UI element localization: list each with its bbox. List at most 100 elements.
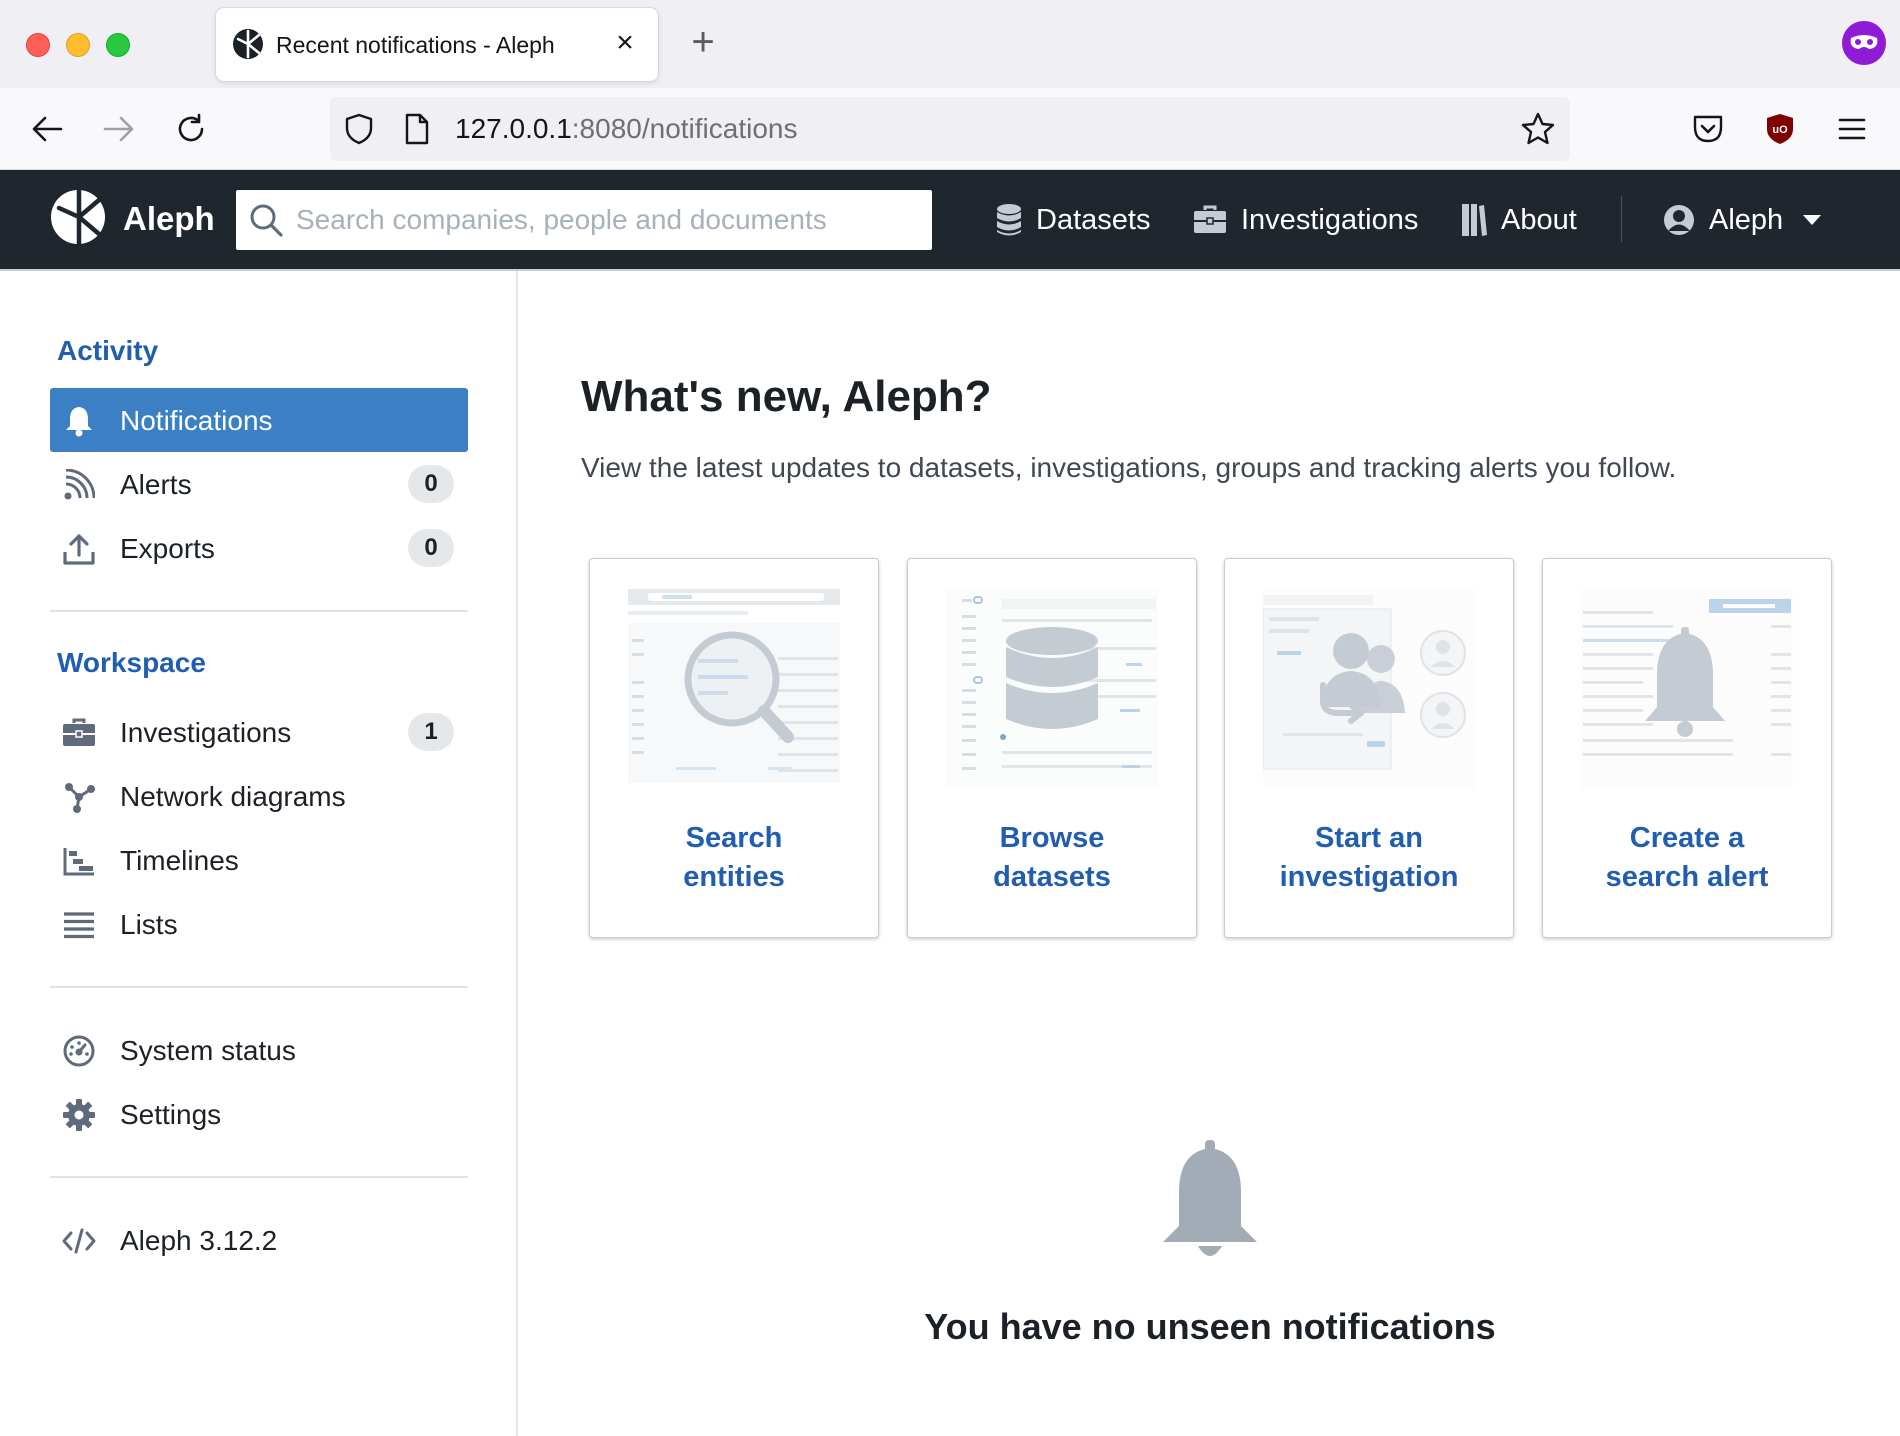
empty-state-message: You have no unseen notifications <box>924 1306 1496 1347</box>
sidebar-item-version[interactable]: Aleph 3.12.2 <box>50 1208 468 1272</box>
sidebar-item-system-status[interactable]: System status <box>50 1018 468 1082</box>
sidebar-item-settings[interactable]: Settings <box>50 1082 468 1146</box>
sidebar-item-label: Alerts <box>120 469 192 500</box>
app-name[interactable]: Aleph <box>123 200 215 238</box>
alert-bell-illustration-icon <box>1581 589 1793 789</box>
forward-arrow-icon[interactable] <box>96 106 142 152</box>
sidebar-item-label: Timelines <box>120 845 239 876</box>
close-window-button[interactable] <box>26 33 50 57</box>
database-illustration-icon <box>946 589 1158 789</box>
url-path: :8080/notifications <box>571 113 798 144</box>
sidebar-item-label: Lists <box>120 909 178 940</box>
sidebar: Activity Notifications Alerts 0 Exports … <box>0 271 518 1436</box>
sidebar-item-lists[interactable]: Lists <box>50 892 468 956</box>
book-icon <box>1462 204 1487 236</box>
timeline-icon <box>62 844 96 878</box>
sidebar-divider <box>50 1176 468 1178</box>
alerts-count-badge: 0 <box>408 465 454 503</box>
page-title: What's new, Aleph? <box>581 372 992 421</box>
bell-icon <box>62 404 96 438</box>
workspace-section-title: Workspace <box>57 647 206 678</box>
search-box[interactable] <box>236 190 932 250</box>
start-investigation-card[interactable]: Start an investigation <box>1224 558 1514 938</box>
dashboard-icon <box>62 1034 96 1068</box>
search-entities-card[interactable]: Search entities <box>589 558 879 938</box>
minimize-window-button[interactable] <box>66 33 90 57</box>
nav-datasets[interactable]: Datasets <box>996 196 1150 244</box>
nav-investigations-label: Investigations <box>1241 203 1419 236</box>
tab-title: Recent notifications - Aleph <box>276 32 555 58</box>
pocket-icon[interactable] <box>1685 106 1731 152</box>
page-info-icon[interactable] <box>404 113 430 145</box>
search-icon <box>250 204 283 237</box>
nav-datasets-label: Datasets <box>1036 203 1151 236</box>
user-menu-button[interactable]: Aleph <box>1663 196 1822 244</box>
header-divider <box>1621 196 1622 242</box>
maximize-window-button[interactable] <box>106 33 130 57</box>
sidebar-item-investigations[interactable]: Investigations 1 <box>50 700 468 764</box>
nav-investigations[interactable]: Investigations <box>1193 196 1418 244</box>
card-label: Start an investigation <box>1279 822 1459 893</box>
sidebar-item-label: Network diagrams <box>120 781 346 812</box>
back-arrow-icon[interactable] <box>24 106 70 152</box>
sidebar-item-label: Investigations <box>120 717 292 748</box>
briefcase-icon <box>1194 205 1226 233</box>
browser-tab-active[interactable]: Recent notifications - Aleph × <box>216 8 658 81</box>
hamburger-menu-icon[interactable] <box>1829 106 1875 152</box>
nav-about[interactable]: About <box>1461 196 1577 244</box>
list-icon <box>62 908 96 942</box>
bookmark-star-icon[interactable] <box>1520 111 1556 147</box>
investigations-count-badge: 1 <box>408 713 454 751</box>
aleph-favicon-icon <box>233 29 263 59</box>
new-tab-icon[interactable]: + <box>683 22 723 62</box>
card-label: Search entities <box>683 822 785 893</box>
reload-icon[interactable] <box>168 106 214 152</box>
bell-icon <box>1163 1140 1257 1256</box>
sidebar-divider <box>50 610 468 612</box>
sidebar-item-network-diagrams[interactable]: Network diagrams <box>50 764 468 828</box>
sidebar-item-label: Settings <box>120 1099 222 1130</box>
url-text[interactable]: 127.0.0.1:8080/notifications <box>455 113 798 145</box>
sidebar-item-exports[interactable]: Exports 0 <box>50 516 468 580</box>
browser-tab-bar: Recent notifications - Aleph × + <box>0 0 1900 88</box>
graph-icon <box>62 780 96 814</box>
nav-about-label: About <box>1501 203 1577 236</box>
card-label: Browse datasets <box>993 822 1111 893</box>
create-search-alert-card[interactable]: Create a search alert <box>1542 558 1832 938</box>
tracking-shield-icon[interactable] <box>344 113 374 145</box>
search-input[interactable] <box>296 190 916 250</box>
svg-text:uO: uO <box>1772 124 1788 136</box>
sidebar-item-notifications[interactable]: Notifications <box>50 388 468 452</box>
sidebar-divider <box>50 986 468 988</box>
investigation-illustration-icon <box>1263 589 1475 789</box>
address-bar[interactable]: 127.0.0.1:8080/notifications <box>330 97 1570 161</box>
activity-section-title: Activity <box>57 335 159 366</box>
user-name: Aleph <box>1709 203 1784 236</box>
tab-close-icon[interactable]: × <box>610 28 640 58</box>
sidebar-item-label: Exports <box>120 533 215 564</box>
database-icon <box>997 204 1021 236</box>
upload-icon <box>62 532 96 566</box>
page-description: View the latest updates to datasets, inv… <box>581 452 1677 483</box>
briefcase-icon <box>62 716 96 750</box>
sidebar-item-label: Notifications <box>120 405 273 436</box>
browse-datasets-card[interactable]: Browse datasets <box>907 558 1197 938</box>
url-host: 127.0.0.1 <box>455 113 572 144</box>
code-icon <box>62 1224 96 1258</box>
sidebar-item-alerts[interactable]: Alerts 0 <box>50 452 468 516</box>
caret-down-icon <box>1803 215 1822 225</box>
ublock-shield-icon[interactable]: uO <box>1757 106 1803 152</box>
rss-icon <box>62 468 96 502</box>
private-mask-icon[interactable] <box>1842 21 1886 65</box>
exports-count-badge: 0 <box>408 529 454 567</box>
browser-nav-bar: 127.0.0.1:8080/notifications uO <box>0 88 1900 170</box>
user-avatar-icon <box>1664 205 1694 235</box>
sidebar-item-timelines[interactable]: Timelines <box>50 828 468 892</box>
gear-icon <box>62 1098 96 1132</box>
version-label: Aleph 3.12.2 <box>120 1225 278 1256</box>
app-header: Aleph Datasets Investigations About Alep… <box>0 170 1900 271</box>
aleph-logo-icon[interactable] <box>49 188 107 246</box>
search-illustration-icon <box>628 589 840 783</box>
sidebar-item-label: System status <box>120 1035 296 1066</box>
card-label: Create a search alert <box>1605 822 1769 893</box>
